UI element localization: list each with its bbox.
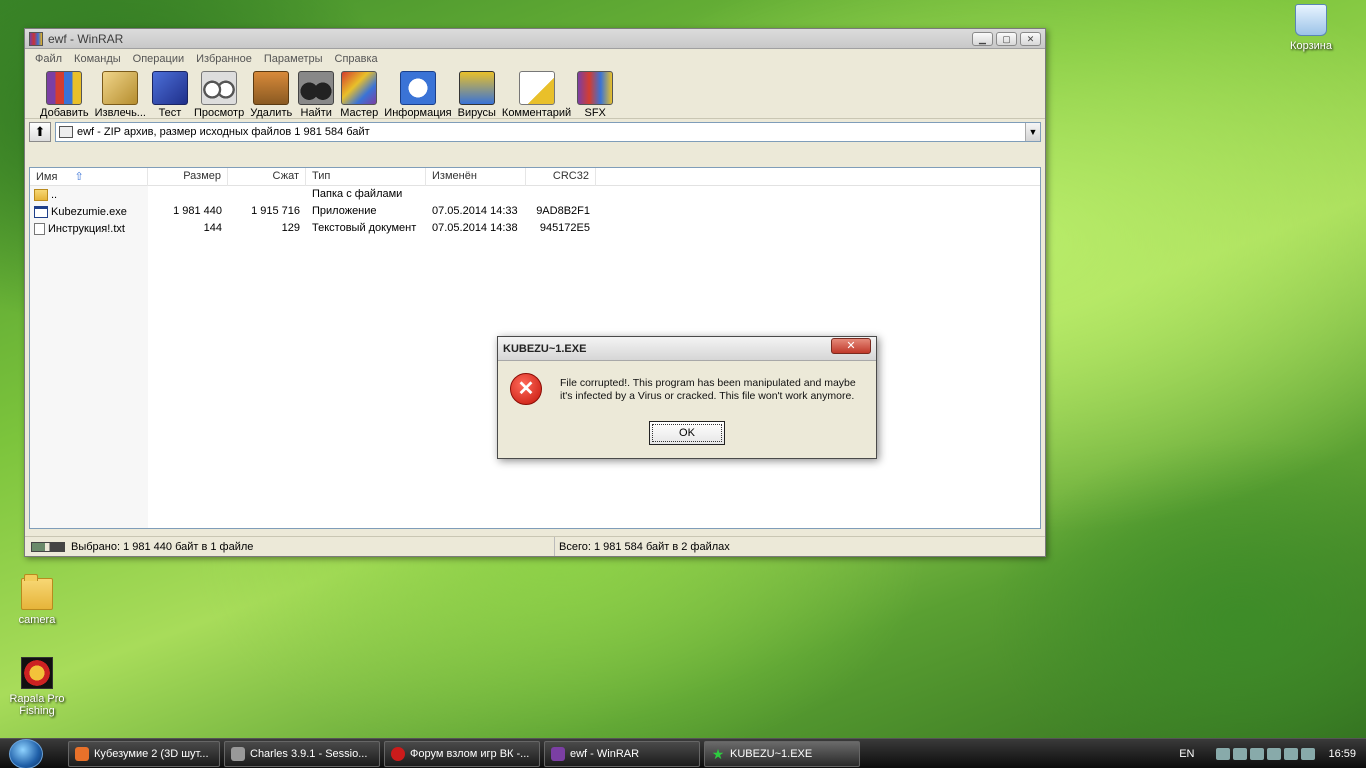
taskbar-item-winrar[interactable]: ewf - WinRAR bbox=[544, 740, 700, 767]
address-text: ewf - ZIP архив, размер исходных файлов … bbox=[77, 126, 370, 138]
column-type[interactable]: Тип bbox=[306, 168, 426, 186]
firefox-icon bbox=[75, 746, 89, 761]
virus-scan-icon bbox=[458, 71, 495, 105]
chevron-down-icon[interactable]: ▼ bbox=[1025, 123, 1040, 141]
wizard-icon bbox=[341, 71, 378, 105]
menu-favorites[interactable]: Избранное bbox=[190, 53, 258, 65]
shield-icon[interactable] bbox=[1267, 747, 1282, 760]
close-button[interactable]: ✕ bbox=[1020, 31, 1041, 46]
network-icon[interactable] bbox=[1216, 747, 1231, 760]
maximize-button[interactable]: ▢ bbox=[996, 31, 1017, 46]
delete-icon bbox=[253, 71, 290, 105]
dialog-message: File corrupted!. This program has been m… bbox=[560, 377, 856, 402]
opera-icon bbox=[391, 746, 405, 761]
minimize-button[interactable]: ▁ bbox=[972, 31, 993, 46]
menu-options[interactable]: Параметры bbox=[258, 53, 329, 65]
info-button[interactable]: Информация bbox=[381, 71, 454, 119]
windows-logo-icon bbox=[9, 738, 43, 768]
language-indicator[interactable]: EN bbox=[1179, 748, 1194, 760]
status-selected: Выбрано: 1 981 440 байт в 1 файле bbox=[71, 540, 254, 553]
taskbar-item-kubezu[interactable]: ★ KUBEZU~1.EXE bbox=[704, 740, 860, 767]
status-total: Всего: 1 981 584 байт в 2 файлах bbox=[559, 540, 730, 553]
charles-icon bbox=[231, 746, 245, 761]
drive-key-icon bbox=[31, 541, 65, 552]
winrar-window: ewf - WinRAR ▁ ▢ ✕ Файл Команды Операции… bbox=[24, 28, 1046, 557]
address-combobox[interactable]: ewf - ZIP архив, размер исходных файлов … bbox=[55, 122, 1041, 142]
volume-icon[interactable] bbox=[1284, 747, 1299, 760]
exe-file-icon bbox=[34, 205, 48, 218]
update-icon[interactable] bbox=[1250, 747, 1265, 760]
table-row[interactable]: Kubezumie.exe 1 981 440 1 915 716 Прилож… bbox=[30, 203, 1040, 220]
taskbar-item-firefox[interactable]: Кубезумие 2 (3D шут... bbox=[68, 740, 220, 767]
security-icon[interactable] bbox=[1233, 747, 1248, 760]
menu-help[interactable]: Справка bbox=[329, 53, 384, 65]
taskbar: Кубезумие 2 (3D шут... Charles 3.9.1 - S… bbox=[0, 738, 1366, 768]
sfx-icon bbox=[577, 71, 614, 105]
delete-button[interactable]: Удалить bbox=[247, 71, 295, 119]
sfx-button[interactable]: SFX bbox=[574, 71, 616, 119]
comment-button[interactable]: Комментарий bbox=[499, 71, 574, 119]
window-title: ewf - WinRAR bbox=[48, 31, 124, 46]
start-button[interactable] bbox=[0, 738, 52, 768]
menu-bar: Файл Команды Операции Избранное Параметр… bbox=[25, 49, 1045, 69]
folder-icon bbox=[21, 574, 53, 610]
desktop-icon-recycle-bin[interactable]: Корзина bbox=[1276, 4, 1346, 52]
desktop-icon-rapala[interactable]: Rapala Pro Fishing bbox=[2, 657, 72, 717]
address-bar: ⬆ ewf - ZIP архив, размер исходных файло… bbox=[25, 119, 1045, 145]
test-icon bbox=[151, 71, 188, 105]
view-button[interactable]: Просмотр bbox=[191, 71, 247, 119]
recycle-bin-icon bbox=[1295, 4, 1327, 36]
desktop-icon-label: Корзина bbox=[1290, 40, 1332, 52]
desktop-icon-label: camera bbox=[18, 614, 56, 626]
column-modified[interactable]: Изменён bbox=[426, 168, 526, 186]
window-titlebar[interactable]: ewf - WinRAR ▁ ▢ ✕ bbox=[25, 29, 1045, 49]
winrar-icon bbox=[29, 31, 43, 46]
winrar-icon bbox=[551, 746, 565, 761]
menu-operations[interactable]: Операции bbox=[127, 53, 190, 65]
find-icon bbox=[298, 71, 335, 105]
ok-button[interactable]: OK bbox=[649, 421, 725, 445]
sort-up-icon: ⇧ bbox=[74, 171, 84, 183]
virus-scan-button[interactable]: Вирусы bbox=[455, 71, 499, 119]
table-row[interactable]: .. Папка с файлами bbox=[30, 186, 1040, 203]
add-archive-icon bbox=[46, 71, 83, 105]
find-button[interactable]: Найти bbox=[295, 71, 337, 119]
add-button[interactable]: Добавить bbox=[37, 71, 92, 119]
star-icon: ★ bbox=[711, 745, 725, 762]
dialog-close-button[interactable]: ✕ bbox=[831, 337, 871, 354]
wizard-button[interactable]: Мастер bbox=[337, 71, 381, 119]
system-tray: EN 16:59 bbox=[1179, 747, 1366, 760]
desktop-icon-camera[interactable]: camera bbox=[2, 574, 72, 626]
desktop-icon-label: Rapala Pro Fishing bbox=[9, 693, 65, 717]
taskbar-item-opera[interactable]: Форум взлом игр ВК -... bbox=[384, 740, 540, 767]
up-folder-button[interactable]: ⬆ bbox=[29, 122, 51, 142]
column-crc[interactable]: CRC32 bbox=[526, 168, 596, 186]
power-icon[interactable] bbox=[1301, 747, 1316, 760]
column-size[interactable]: Размер bbox=[148, 168, 228, 186]
table-row[interactable]: Инструкция!.txt 144 129 Текстовый докуме… bbox=[30, 220, 1040, 237]
menu-file[interactable]: Файл bbox=[29, 53, 68, 65]
test-button[interactable]: Тест bbox=[149, 71, 191, 119]
dialog-titlebar[interactable]: KUBEZU~1.EXE ✕ bbox=[498, 337, 876, 361]
toolbar: Добавить Извлечь... Тест Просмотр Удалит… bbox=[25, 69, 1045, 119]
taskbar-item-charles[interactable]: Charles 3.9.1 - Sessio... bbox=[224, 740, 380, 767]
error-dialog: KUBEZU~1.EXE ✕ ✕ File corrupted!. This p… bbox=[497, 336, 877, 459]
menu-commands[interactable]: Команды bbox=[68, 53, 127, 65]
file-list-header: Имя ⇧ Размер Сжат Тип Изменён CRC32 bbox=[30, 168, 1040, 186]
text-file-icon bbox=[34, 222, 45, 235]
column-packed[interactable]: Сжат bbox=[228, 168, 306, 186]
zip-archive-icon bbox=[59, 126, 73, 138]
view-icon bbox=[201, 71, 238, 105]
error-icon: ✕ bbox=[510, 373, 542, 405]
column-name[interactable]: Имя ⇧ bbox=[30, 168, 148, 186]
comment-icon bbox=[518, 71, 555, 105]
extract-icon bbox=[102, 71, 139, 105]
extract-button[interactable]: Извлечь... bbox=[92, 71, 149, 119]
info-icon bbox=[399, 71, 436, 105]
game-icon bbox=[21, 657, 53, 689]
dialog-title: KUBEZU~1.EXE bbox=[503, 342, 587, 355]
clock[interactable]: 16:59 bbox=[1328, 748, 1356, 760]
folder-icon bbox=[34, 188, 48, 201]
status-bar: Выбрано: 1 981 440 байт в 1 файле Всего:… bbox=[25, 536, 1045, 556]
